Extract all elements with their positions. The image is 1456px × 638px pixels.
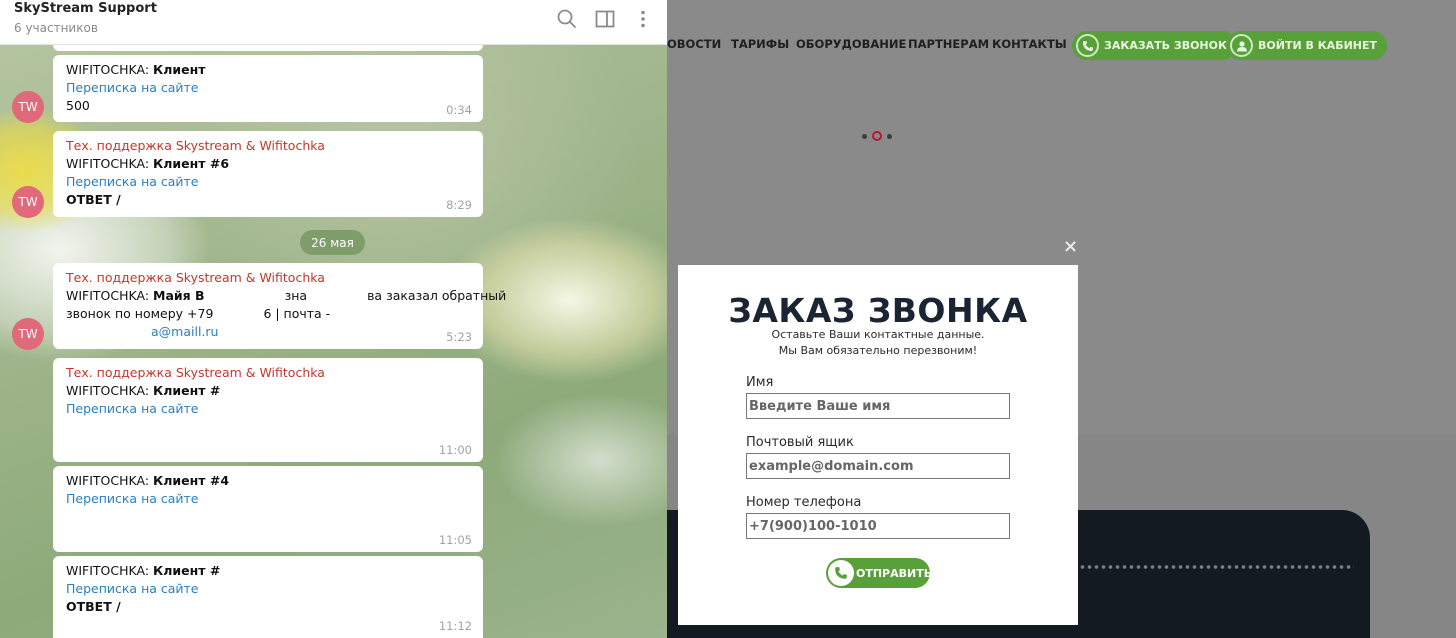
login-label: ВОЙТИ В КАБИНЕТ: [1258, 39, 1378, 52]
message-text: WIFITOCHKA:: [66, 156, 154, 171]
message-time: 5:23: [446, 330, 472, 344]
slider-dot[interactable]: [862, 133, 867, 139]
message-client: Майя В: [153, 288, 205, 303]
message-sender[interactable]: Тех. поддержка Skystream & Wifitochka: [66, 269, 470, 287]
avatar[interactable]: TW: [12, 318, 44, 350]
message-link[interactable]: Переписка на сайте: [66, 490, 470, 508]
close-icon[interactable]: ×: [1063, 236, 1078, 257]
website-page: ОВОСТИ ТАРИФЫ ОБОРУДОВАНИЕ ПАРТНЕРАМ КОН…: [667, 0, 1456, 638]
phone-field[interactable]: [746, 513, 1010, 539]
phone-icon: [828, 560, 854, 586]
order-call-button[interactable]: ЗАКАЗАТЬ ЗВОНОК: [1072, 31, 1237, 60]
phone-icon: [1076, 34, 1099, 57]
message-time: 0:34: [446, 103, 472, 117]
message-client: Клиент: [153, 62, 206, 77]
message-time: 11:05: [438, 533, 472, 547]
message-body: ОТВЕТ /: [66, 599, 121, 614]
name-label: Имя: [746, 375, 774, 390]
sidebar-toggle-icon[interactable]: [594, 8, 616, 30]
message-sender[interactable]: Тех. поддержка Skystream & Wifitochka: [66, 364, 470, 382]
modal-title: ЗАКАЗ ЗВОНКА: [728, 291, 1028, 330]
email-field[interactable]: [746, 453, 1010, 479]
date-separator: 26 мая: [300, 230, 365, 255]
message-client: Клиент #: [153, 563, 221, 578]
avatar[interactable]: TW: [12, 186, 44, 218]
chat-title[interactable]: SkyStream Support: [14, 1, 157, 16]
message-text-tail: ва заказал обратный: [367, 288, 507, 303]
message-bubble[interactable]: WIFITOCHKA: Клиент #4 Переписка на сайте…: [53, 466, 483, 552]
slider-dot[interactable]: [887, 133, 892, 139]
nav-item-equipment[interactable]: ОБОРУДОВАНИЕ: [796, 37, 906, 51]
message-text: WIFITOCHKA:: [66, 473, 154, 488]
message-link[interactable]: Переписка на сайте: [66, 400, 470, 418]
search-icon[interactable]: [556, 8, 578, 30]
modal-subtitle: Оставьте Ваши контактные данные.: [771, 328, 985, 341]
message-bubble[interactable]: WIFITOCHKA: Клиент # Переписка на сайте …: [53, 556, 483, 638]
message-link[interactable]: Переписка на сайте: [66, 580, 470, 598]
message-body: ОТВЕТ /: [66, 192, 121, 207]
message-link[interactable]: Переписка на сайте: [66, 79, 470, 97]
submit-label: ОТПРАВИТЬ: [856, 566, 933, 580]
avatar[interactable]: TW: [12, 91, 44, 123]
chat-member-count[interactable]: 6 участников: [14, 21, 98, 35]
message-time: 8:29: [446, 198, 472, 212]
message-text: WIFITOCHKA:: [66, 62, 154, 77]
telegram-chat-window: SkyStream Support 6 участников WIFITOCHK…: [0, 0, 667, 638]
nav-item-partners[interactable]: ПАРТНЕРАМ: [908, 37, 989, 51]
callback-modal: ЗАКАЗ ЗВОНКА Оставьте Ваши контактные да…: [678, 265, 1078, 625]
redaction: [213, 307, 264, 322]
message-client: Клиент #4: [153, 473, 230, 488]
message-bubble[interactable]: Тех. поддержка Skystream & Wifitochka WI…: [53, 263, 506, 349]
more-vertical-icon[interactable]: [632, 8, 654, 30]
modal-subtitle: Мы Вам обязательно перезвоним!: [778, 344, 978, 357]
message-sender[interactable]: Тех. поддержка Skystream & Wifitochka: [66, 137, 470, 155]
nav-item-news[interactable]: ОВОСТИ: [667, 37, 721, 51]
user-icon: [1230, 34, 1253, 57]
message-bubble[interactable]: Тех. поддержка Skystream & Wifitochka WI…: [53, 131, 483, 217]
message-bubble[interactable]: WIFITOCHKA: Клиент Переписка на сайте 50…: [53, 55, 483, 122]
message-client: Клиент #6: [153, 156, 230, 171]
message-body: 500: [66, 98, 90, 113]
message-client: Клиент #: [153, 383, 221, 398]
decorative-dotted-line: [1079, 565, 1354, 569]
message-email[interactable]: а@maill.ru: [151, 324, 218, 339]
message-time: 11:12: [438, 619, 472, 633]
phone-label: Номер телефона: [746, 495, 862, 510]
redaction: [204, 289, 285, 304]
login-button[interactable]: ВОЙТИ В КАБИНЕТ: [1226, 31, 1388, 60]
message-time: 11:00: [438, 443, 472, 457]
message-text: WIFITOCHKA:: [66, 383, 154, 398]
message-text: звонок по номеру +79: [66, 306, 214, 321]
message-bubble[interactable]: Тех. поддержка Skystream & Wifitochka WI…: [53, 358, 483, 462]
slider-dot-active[interactable]: [872, 131, 882, 141]
nav-item-contacts[interactable]: КОНТАКТЫ: [992, 37, 1067, 51]
message-link[interactable]: Переписка на сайте: [66, 173, 470, 191]
message-text-mid: зна: [284, 288, 308, 303]
name-input[interactable]: [746, 393, 1010, 419]
message-text-tail: 6 | почта -: [263, 306, 331, 321]
email-label: Почтовый ящик: [746, 435, 854, 450]
slider-dots: [862, 131, 892, 141]
redaction: [307, 289, 368, 304]
message-text: WIFITOCHKA:: [66, 288, 154, 303]
submit-button[interactable]: ОТПРАВИТЬ: [826, 558, 933, 588]
nav-item-tariffs[interactable]: ТАРИФЫ: [731, 37, 789, 51]
chat-header: SkyStream Support 6 участников: [0, 0, 667, 45]
message-text: WIFITOCHKA:: [66, 563, 154, 578]
redaction: [66, 325, 151, 340]
order-call-label: ЗАКАЗАТЬ ЗВОНОК: [1104, 39, 1227, 52]
